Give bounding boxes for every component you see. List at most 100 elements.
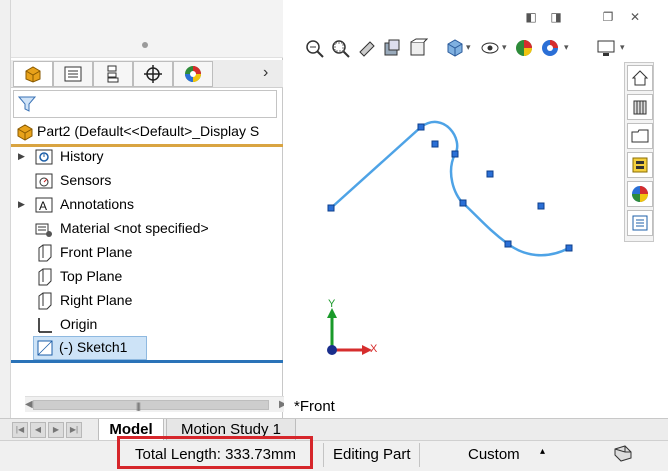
- sketch-point[interactable]: [504, 240, 512, 248]
- apply-scene-icon[interactable]: [540, 38, 560, 58]
- appearances-icon: [632, 186, 648, 202]
- pane-left-icon[interactable]: ◧: [524, 10, 538, 24]
- dropdown-arrow-icon[interactable]: ▾: [564, 42, 569, 53]
- dropdown-arrow-icon[interactable]: ▾: [502, 42, 507, 53]
- tree-item-label: Annotations: [60, 196, 134, 212]
- sketch-geometry[interactable]: [330, 120, 570, 257]
- coordinate-triad: [327, 308, 372, 355]
- material-icon: [35, 223, 52, 237]
- unit-system-selector[interactable]: Custom: [468, 446, 520, 463]
- sensors-icon: [35, 173, 53, 189]
- dimxpert-icon: [144, 65, 162, 83]
- tree-item-sensors[interactable]: Sensors: [11, 169, 283, 193]
- sketch-icon: [37, 340, 53, 356]
- tree-item-right-plane[interactable]: Right Plane: [11, 289, 283, 313]
- first-tab-icon[interactable]: |◀: [12, 422, 28, 438]
- zoom-to-fit-icon[interactable]: [304, 38, 324, 58]
- tree-item-origin[interactable]: Origin: [11, 313, 283, 337]
- view-settings-icon[interactable]: [596, 38, 616, 58]
- highlight-box: [117, 436, 313, 469]
- display-manager-tab[interactable]: [173, 61, 213, 87]
- hide-show-items-icon[interactable]: [480, 38, 500, 58]
- task-pane-home[interactable]: [627, 65, 653, 91]
- tree-item-front-plane[interactable]: Front Plane: [11, 241, 283, 265]
- task-pane-view-palette[interactable]: [627, 152, 653, 178]
- quick-tips-icon[interactable]: [612, 444, 634, 464]
- tree-item-label: Sensors: [60, 172, 112, 188]
- sketch-point[interactable]: [565, 244, 573, 252]
- dropdown-arrow-icon[interactable]: ▾: [620, 42, 625, 53]
- units-caret-icon[interactable]: ▴: [540, 446, 545, 457]
- editing-mode-label: Editing Part: [333, 446, 411, 463]
- configuration-manager-tab[interactable]: [93, 61, 133, 87]
- task-pane-file-explorer[interactable]: [627, 123, 653, 149]
- prev-tab-icon[interactable]: ◀: [30, 422, 46, 438]
- sketch-canvas[interactable]: [284, 0, 668, 418]
- configuration-manager-icon: [107, 65, 119, 83]
- tree-item-sketch1[interactable]: (-) Sketch1: [33, 336, 147, 360]
- dimxpert-manager-tab[interactable]: [133, 61, 173, 87]
- bottom-tab-bar: |◀ ◀ ▶ ▶| Model Motion Study 1: [0, 418, 668, 441]
- task-pane: [624, 62, 654, 242]
- restore-icon[interactable]: ❐: [601, 10, 615, 24]
- scrollbar-thumb[interactable]: |||: [33, 400, 269, 411]
- scroll-left-icon[interactable]: ◀: [25, 399, 33, 410]
- manager-tab-row: ›: [11, 60, 283, 88]
- dropdown-arrow-icon[interactable]: ▾: [466, 42, 471, 53]
- triad-origin: [327, 345, 337, 355]
- feature-manager-tab[interactable]: [13, 61, 53, 87]
- last-tab-icon[interactable]: ▶|: [66, 422, 82, 438]
- view-orientation-icon[interactable]: [444, 38, 464, 58]
- tree-item-top-plane[interactable]: Top Plane: [11, 265, 283, 289]
- tree-item-history[interactable]: ▶ History: [11, 145, 283, 169]
- sketch-line[interactable]: [330, 126, 422, 209]
- tree-filter-field[interactable]: [13, 90, 277, 118]
- tab-overflow-chevron-icon[interactable]: ›: [263, 64, 279, 84]
- spline-handle-point[interactable]: [431, 140, 439, 148]
- horizontal-scrollbar[interactable]: ◀ ||| ▶: [25, 396, 291, 412]
- tree-item-annotations[interactable]: ▶ A Annotations: [11, 193, 283, 217]
- tree-item-material[interactable]: Material <not specified>: [11, 217, 283, 241]
- expand-arrow-icon[interactable]: ▶: [18, 199, 25, 210]
- task-pane-design-library[interactable]: [627, 94, 653, 120]
- property-manager-tab[interactable]: [53, 61, 93, 87]
- design-library-icon: [633, 100, 647, 115]
- dynamic-annotation-icon[interactable]: [408, 38, 428, 58]
- previous-view-icon[interactable]: [356, 38, 376, 58]
- sketch-points[interactable]: [327, 123, 573, 252]
- pane-right-icon[interactable]: ◨: [549, 10, 563, 24]
- expand-arrow-icon[interactable]: ▶: [18, 151, 25, 162]
- spline-handle-point[interactable]: [486, 170, 494, 178]
- sketch-point[interactable]: [327, 204, 335, 212]
- filter-icon: [18, 96, 36, 112]
- part-icon: [17, 124, 33, 141]
- panel-resize-grip[interactable]: [142, 42, 148, 48]
- home-icon: [631, 70, 649, 86]
- tree-item-label: (-) Sketch1: [59, 339, 128, 355]
- tree-item-label: Top Plane: [60, 268, 123, 284]
- edit-appearance-icon[interactable]: [514, 38, 534, 58]
- annotations-icon: A: [35, 197, 53, 213]
- part-root-row[interactable]: Part2 (Default<<Default>_Display S: [11, 121, 283, 143]
- sketch-point[interactable]: [459, 199, 467, 207]
- sketch-point[interactable]: [451, 150, 459, 158]
- section-view-icon[interactable]: [382, 38, 402, 58]
- close-icon[interactable]: ✕: [628, 10, 642, 24]
- graphics-area[interactable]: Y X ◧ ◨ ❐ ✕ ▾ ▾ ▾ ▾: [284, 0, 668, 418]
- sketch-spline[interactable]: [420, 120, 570, 257]
- spline-handle-point[interactable]: [537, 202, 545, 210]
- zoom-to-area-icon[interactable]: [330, 38, 350, 58]
- status-bar: Total Length: 333.73mm Editing Part Cust…: [0, 436, 668, 471]
- rollback-bar[interactable]: [11, 360, 283, 363]
- sketch-point[interactable]: [417, 123, 425, 131]
- tree-item-label: Front Plane: [60, 244, 133, 260]
- triad-y-label: Y: [328, 298, 336, 310]
- task-pane-custom-properties[interactable]: [627, 210, 653, 236]
- task-pane-appearances[interactable]: [627, 181, 653, 207]
- next-tab-icon[interactable]: ▶: [48, 422, 64, 438]
- tree-item-label: Origin: [60, 316, 98, 332]
- view-palette-icon: [632, 157, 648, 173]
- status-separator: [323, 443, 324, 467]
- plane-icon: [38, 244, 52, 262]
- custom-properties-icon: [632, 215, 648, 231]
